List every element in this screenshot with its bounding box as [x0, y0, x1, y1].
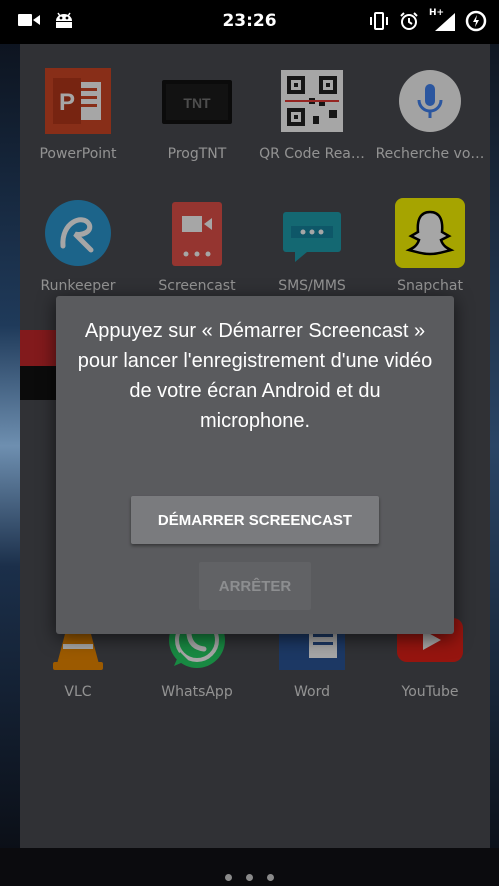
dialog-message: Appuyez sur « Démarrer Screencast » pour… — [77, 320, 433, 432]
wallpaper-left-edge — [0, 44, 20, 848]
page-dot[interactable] — [246, 874, 253, 881]
start-screencast-button[interactable]: DÉMARRER SCREENCAST — [131, 496, 379, 544]
page-dot[interactable] — [267, 874, 274, 881]
wallpaper-right-edge — [490, 44, 499, 848]
stop-button[interactable]: ARRÊTER — [199, 562, 311, 610]
alarm-icon — [400, 12, 418, 30]
sync-icon — [465, 10, 487, 32]
vibrate-icon — [370, 12, 388, 30]
page-indicator[interactable] — [0, 874, 499, 881]
screencast-dialog: Appuyez sur « Démarrer Screencast » pour… — [56, 296, 454, 634]
signal-icon — [435, 13, 455, 31]
page-dot[interactable] — [225, 874, 232, 881]
status-bar: 23:26 H+ — [0, 0, 499, 44]
